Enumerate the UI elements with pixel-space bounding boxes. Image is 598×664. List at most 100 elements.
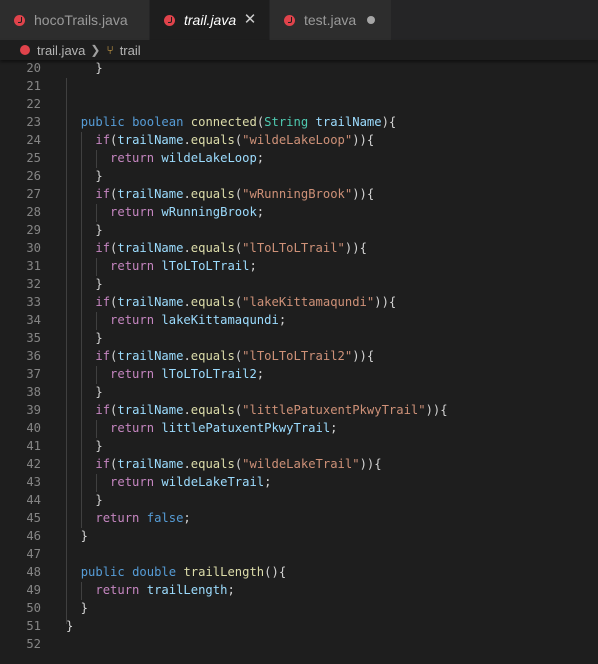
line-number: 52	[26, 637, 41, 651]
code-token: "lToLToLTrail2"	[242, 349, 353, 363]
code-text: return wRunningBrook;	[66, 203, 264, 221]
java-file-icon	[164, 14, 175, 26]
code-token: return	[110, 367, 155, 381]
line-number: 49	[26, 583, 41, 597]
code-line[interactable]: 51}	[0, 617, 598, 635]
code-line[interactable]: 33 if(trailName.equals("lakeKittamaqundi…	[0, 293, 598, 311]
code-text: if(trailName.equals("littlePatuxentPkwyT…	[66, 401, 447, 419]
code-token: .	[183, 133, 191, 147]
code-token: trailName	[117, 187, 184, 201]
code-line[interactable]: 38 }	[0, 383, 598, 401]
code-token: ;	[330, 421, 338, 435]
code-line[interactable]: 45 return false;	[0, 509, 598, 527]
code-line[interactable]: 21	[0, 77, 598, 95]
code-line[interactable]: 49 return trailLength;	[0, 581, 598, 599]
tab-test-java[interactable]: test.java	[270, 0, 392, 40]
line-number: 41	[26, 439, 41, 453]
line-number: 23	[26, 115, 41, 129]
code-line[interactable]: 36 if(trailName.equals("lToLToLTrail2"))…	[0, 347, 598, 365]
code-line[interactable]: 48 public double trailLength(){	[0, 563, 598, 581]
code-token: }	[66, 223, 103, 237]
java-file-icon	[20, 45, 30, 55]
line-number: 37	[26, 367, 41, 381]
code-text: return false;	[66, 509, 190, 527]
code-line[interactable]: 23 public boolean connected(String trail…	[0, 113, 598, 131]
code-text: }	[66, 599, 88, 617]
line-number: 35	[26, 331, 41, 345]
code-token: "lToLToLTrail"	[242, 241, 345, 255]
code-line[interactable]: 26 }	[0, 167, 598, 185]
code-editor[interactable]: 20 } 21 22 23 public boolean connected(Stri…	[0, 60, 598, 664]
code-token: .	[183, 349, 191, 363]
line-number: 22	[26, 97, 41, 111]
chevron-right-icon: ❯	[90, 43, 101, 57]
code-line[interactable]: 25 return wildeLakeLoop;	[0, 149, 598, 167]
code-token: trailLength	[183, 565, 265, 579]
code-token: "lakeKittamaqundi"	[242, 295, 375, 309]
line-number: 29	[26, 223, 41, 237]
code-text: return wildeLakeTrail;	[66, 473, 271, 491]
code-line[interactable]: 35 }	[0, 329, 598, 347]
code-line[interactable]: 28 return wRunningBrook;	[0, 203, 598, 221]
code-line[interactable]: 43 return wildeLakeTrail;	[0, 473, 598, 491]
editor-tab-bar: hocoTrails.java trail.java ✕ test.java	[0, 0, 598, 40]
code-line[interactable]: 37 return lToLToLTrail2;	[0, 365, 598, 383]
line-number: 31	[26, 259, 41, 273]
unsaved-dot-icon[interactable]	[367, 16, 375, 24]
code-line[interactable]: 24 if(trailName.equals("wildeLakeLoop"))…	[0, 131, 598, 149]
code-token: equals	[190, 349, 235, 363]
tab-trail-java[interactable]: trail.java ✕	[150, 0, 270, 40]
code-token: ;	[278, 313, 287, 327]
code-token: boolean	[132, 115, 184, 129]
breadcrumb-file[interactable]: trail.java	[37, 43, 85, 58]
code-token: trailName	[117, 133, 184, 147]
code-line[interactable]: 29 }	[0, 221, 598, 239]
code-line[interactable]: 46 }	[0, 527, 598, 545]
code-line[interactable]: 47	[0, 545, 598, 563]
code-token: wildeLakeTrail	[161, 475, 265, 489]
close-icon[interactable]: ✕	[242, 12, 258, 28]
tab-label: hocoTrails.java	[34, 12, 128, 28]
code-token: }	[66, 619, 74, 633]
line-number: 43	[26, 475, 41, 489]
line-number: 50	[26, 601, 41, 615]
code-line[interactable]: 20 }	[0, 60, 598, 77]
code-token: }	[66, 385, 103, 399]
code-line[interactable]: 52	[0, 635, 598, 653]
tab-hocotrails-java[interactable]: hocoTrails.java	[0, 0, 150, 40]
code-line[interactable]: 30 if(trailName.equals("lToLToLTrail")){	[0, 239, 598, 257]
code-line[interactable]: 22	[0, 95, 598, 113]
code-text: }	[66, 437, 102, 455]
code-line[interactable]: 32 }	[0, 275, 598, 293]
code-line[interactable]: 42 if(trailName.equals("wildeLakeTrail")…	[0, 455, 598, 473]
breadcrumb-symbol[interactable]: trail	[120, 43, 141, 58]
code-line[interactable]: 40 return littlePatuxentPkwyTrail;	[0, 419, 598, 437]
code-line[interactable]: 34 return lakeKittamaqundi;	[0, 311, 598, 329]
code-token: (){	[264, 565, 287, 579]
code-token: .	[183, 457, 191, 471]
code-token: ;	[256, 367, 265, 381]
code-token: .	[183, 241, 191, 255]
line-number: 30	[26, 241, 41, 255]
code-line[interactable]: 27 if(trailName.equals("wRunningBrook"))…	[0, 185, 598, 203]
code-token: }	[66, 493, 103, 507]
line-number: 36	[26, 349, 41, 363]
code-text: if(trailName.equals("wildeLakeLoop")){	[66, 131, 374, 149]
code-line[interactable]: 39 if(trailName.equals("littlePatuxentPk…	[0, 401, 598, 419]
code-line[interactable]: 50 }	[0, 599, 598, 617]
code-token: )){	[359, 457, 382, 471]
code-line[interactable]: 31 return lToLToLTrail;	[0, 257, 598, 275]
code-token: wildeLakeLoop	[161, 151, 257, 165]
code-line[interactable]: 44 }	[0, 491, 598, 509]
code-line[interactable]: 41 }	[0, 437, 598, 455]
